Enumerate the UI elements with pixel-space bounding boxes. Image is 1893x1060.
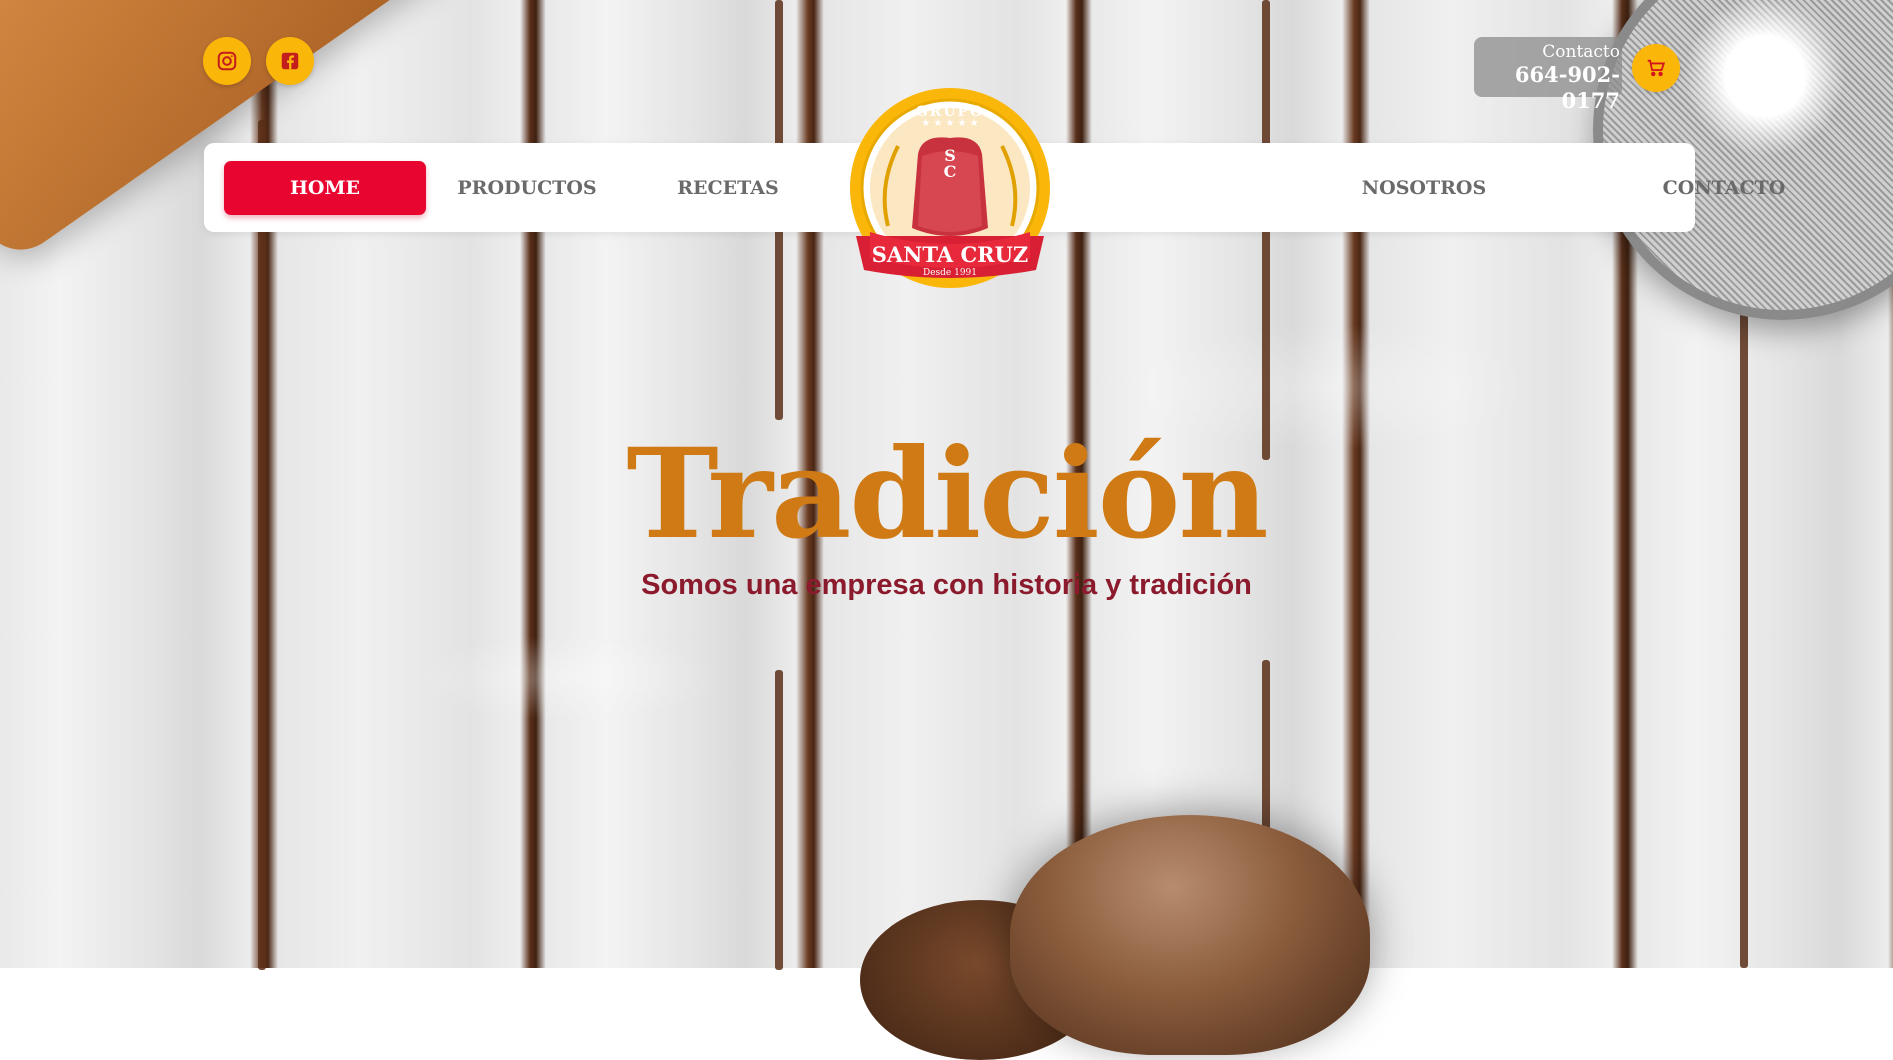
logo-top-text: GRUPO xyxy=(915,104,985,120)
santa-cruz-logo[interactable]: ★ ★ ★ ★ ★ GRUPO S C SANTA CRUZ Desde 199… xyxy=(848,86,1052,290)
nav-item-contacto[interactable]: CONTACTO xyxy=(1574,161,1874,215)
social-links xyxy=(203,37,314,85)
nav-item-recetas[interactable]: RECETAS xyxy=(628,161,828,215)
facebook-icon xyxy=(281,52,299,70)
facebook-button[interactable] xyxy=(266,37,314,85)
logo-since-text: Desde 1991 xyxy=(922,268,977,278)
contact-box[interactable]: Contacto 664-902-0177 xyxy=(1474,37,1622,113)
plank-gap xyxy=(775,670,783,970)
instagram-button[interactable] xyxy=(203,37,251,85)
bread-loaf-image xyxy=(1010,815,1370,1055)
contact-phone[interactable]: 664-902-0177 xyxy=(1474,62,1620,114)
logo-monogram: S C xyxy=(936,148,964,180)
hero-subtitle: Somos una empresa con historia y tradici… xyxy=(641,569,1252,601)
contact-label: Contacto xyxy=(1542,42,1620,62)
logo-monogram-bottom: C xyxy=(943,162,957,181)
plank-gap xyxy=(1740,300,1748,968)
logo-brand-text: SANTA CRUZ xyxy=(871,242,1029,267)
shopping-cart-icon xyxy=(1647,59,1666,77)
instagram-icon xyxy=(217,51,237,71)
nav-item-home[interactable]: HOME xyxy=(224,161,426,215)
cart-button[interactable] xyxy=(1632,44,1680,92)
nav-item-nosotros[interactable]: NOSOTROS xyxy=(1274,161,1574,215)
nav-item-productos[interactable]: PRODUCTOS xyxy=(426,161,628,215)
hero-title: Tradición xyxy=(626,422,1268,567)
